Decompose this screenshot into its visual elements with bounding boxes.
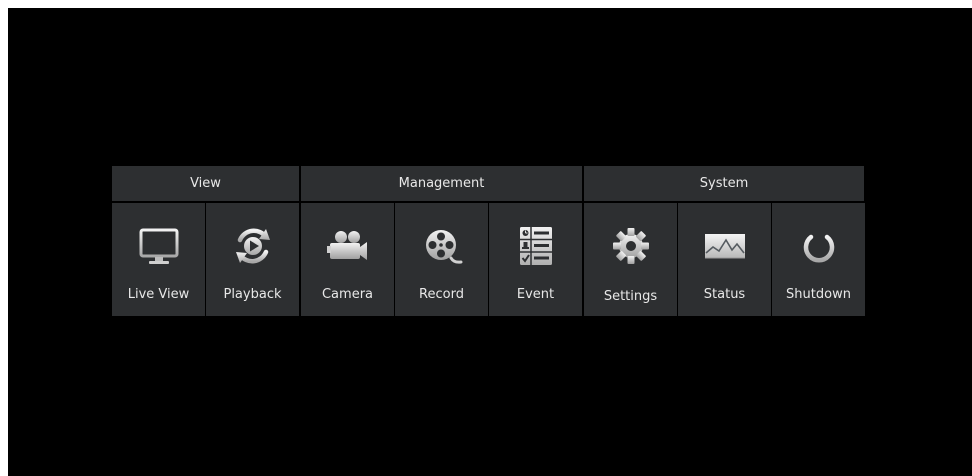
system-group-header: System [584,166,864,201]
gear-icon [613,228,649,264]
main-menu: View Live View Playback Management Camer… [112,166,865,316]
camera-icon [327,231,367,260]
live-view-button[interactable]: Live View [112,203,205,316]
main-screen: View Live View Playback Management Camer… [8,8,972,476]
record-label: Record [419,287,464,302]
event-list-icon [520,227,552,265]
status-label: Status [703,287,746,302]
record-button[interactable]: Record [395,203,488,316]
status-button[interactable]: Status [678,203,771,316]
camera-label: Camera [321,287,374,302]
view-group: View Live View Playback [112,166,299,316]
system-group: System Settings Status Shutdown [584,166,865,316]
monitor-grid-icon [139,228,179,264]
management-group: Management Camera Record Event [301,166,582,316]
camera-button[interactable]: Camera [301,203,394,316]
view-group-header: View [112,166,299,201]
settings-label: Settings [603,289,658,304]
power-icon [803,227,835,263]
event-button[interactable]: Event [489,203,582,316]
shutdown-button[interactable]: Shutdown [772,203,865,316]
status-chart-icon [705,234,745,259]
playback-icon [236,228,270,264]
film-reel-icon [426,230,463,264]
shutdown-label: Shutdown [786,287,851,302]
playback-button[interactable]: Playback [206,203,299,316]
management-group-header: Management [301,166,582,201]
playback-label: Playback [223,287,282,302]
event-label: Event [516,287,555,302]
live-view-label: Live View [127,287,190,302]
settings-button[interactable]: Settings [584,203,677,316]
